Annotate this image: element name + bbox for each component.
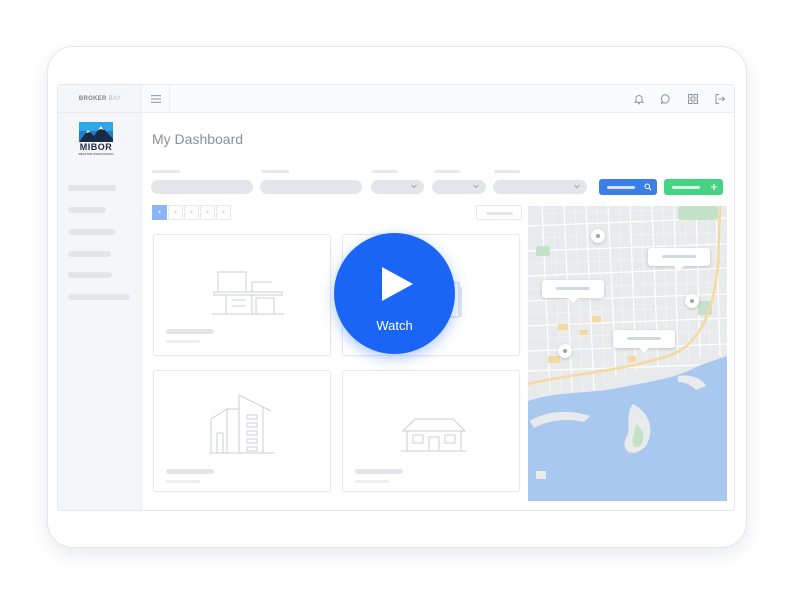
map-pin-icon[interactable] — [591, 229, 605, 243]
filter-input[interactable] — [151, 180, 253, 194]
sidebar-item[interactable] — [68, 251, 111, 257]
page-button[interactable]: + — [168, 205, 183, 220]
filter-label — [261, 170, 289, 173]
listing-title-placeholder — [166, 329, 214, 334]
page-title: My Dashboard — [152, 131, 244, 147]
map-marker-label[interactable] — [613, 330, 675, 353]
bell-icon[interactable] — [633, 93, 645, 105]
modern-house-icon — [212, 271, 284, 315]
filter-label — [372, 170, 398, 173]
watch-video-button[interactable]: Watch — [334, 233, 455, 354]
listing-title-placeholder — [355, 469, 403, 474]
sidebar-item[interactable] — [68, 207, 106, 213]
sidebar-item[interactable] — [68, 294, 130, 300]
page-button-active[interactable]: + — [152, 205, 167, 220]
filter-select[interactable] — [371, 180, 424, 194]
plus-icon — [711, 184, 717, 190]
marker-label-placeholder — [662, 255, 696, 258]
mibor-logo: MIBOR REALTOR ASSOCIATION — [78, 122, 114, 160]
watch-label: Watch — [376, 318, 413, 333]
search-button[interactable] — [599, 179, 657, 195]
button-label-placeholder — [607, 186, 635, 189]
listing-card[interactable] — [153, 370, 331, 492]
chevron-down-icon — [411, 184, 417, 189]
listing-card[interactable] — [342, 370, 520, 492]
filter-select[interactable] — [432, 180, 486, 194]
filter-select[interactable] — [493, 180, 587, 194]
page-button[interactable]: + — [184, 205, 199, 220]
sidebar-item[interactable] — [68, 272, 112, 278]
map-pin-icon[interactable] — [558, 344, 572, 358]
listing-subtitle-placeholder — [166, 340, 200, 343]
filter-input[interactable] — [260, 180, 362, 194]
play-icon — [382, 267, 413, 301]
logo-text: MIBOR — [79, 142, 113, 152]
listing-subtitle-placeholder — [166, 480, 200, 483]
page-button[interactable]: + — [200, 205, 215, 220]
brand-bar: BROKER BAY — [58, 85, 142, 113]
page-button[interactable]: + — [216, 205, 231, 220]
add-button[interactable] — [664, 179, 723, 195]
mountain-logo-icon — [79, 122, 113, 142]
brand-name-suffix: BAY — [108, 95, 122, 102]
logo-subtitle: REALTOR ASSOCIATION — [78, 152, 114, 156]
filter-label — [152, 170, 180, 173]
logout-icon[interactable] — [714, 93, 726, 105]
filter-label — [494, 170, 520, 173]
map-marker-label[interactable] — [648, 248, 710, 271]
sidebar-item[interactable] — [68, 185, 116, 191]
map-pin-icon[interactable] — [685, 294, 699, 308]
bungalow-house-icon — [401, 418, 467, 452]
marker-label-placeholder — [556, 287, 590, 290]
chat-icon[interactable] — [660, 93, 672, 105]
button-label-placeholder — [486, 212, 513, 215]
listing-card[interactable] — [153, 234, 331, 356]
search-icon — [644, 183, 652, 191]
chevron-down-icon — [473, 184, 479, 189]
menu-icon — [150, 95, 161, 103]
sidebar-item[interactable] — [68, 229, 116, 235]
listing-subtitle-placeholder — [355, 480, 389, 483]
brand-name: BROKER — [78, 95, 107, 102]
sidebar: BROKER BAY MIBOR REALTOR ASSOCIATION — [58, 85, 142, 510]
apartment-building-icon — [209, 394, 275, 454]
listing-title-placeholder — [166, 469, 214, 474]
marker-label-placeholder — [627, 337, 661, 340]
filter-label — [434, 170, 460, 173]
top-bar — [142, 85, 734, 113]
sort-button[interactable] — [476, 205, 522, 220]
button-label-placeholder — [672, 186, 700, 189]
map-marker-label[interactable] — [542, 280, 604, 303]
map-view[interactable] — [528, 206, 727, 501]
grid-icon[interactable] — [687, 93, 699, 105]
pagination: + + + + + — [152, 205, 232, 220]
menu-button[interactable] — [142, 85, 170, 113]
chevron-down-icon — [574, 184, 580, 189]
